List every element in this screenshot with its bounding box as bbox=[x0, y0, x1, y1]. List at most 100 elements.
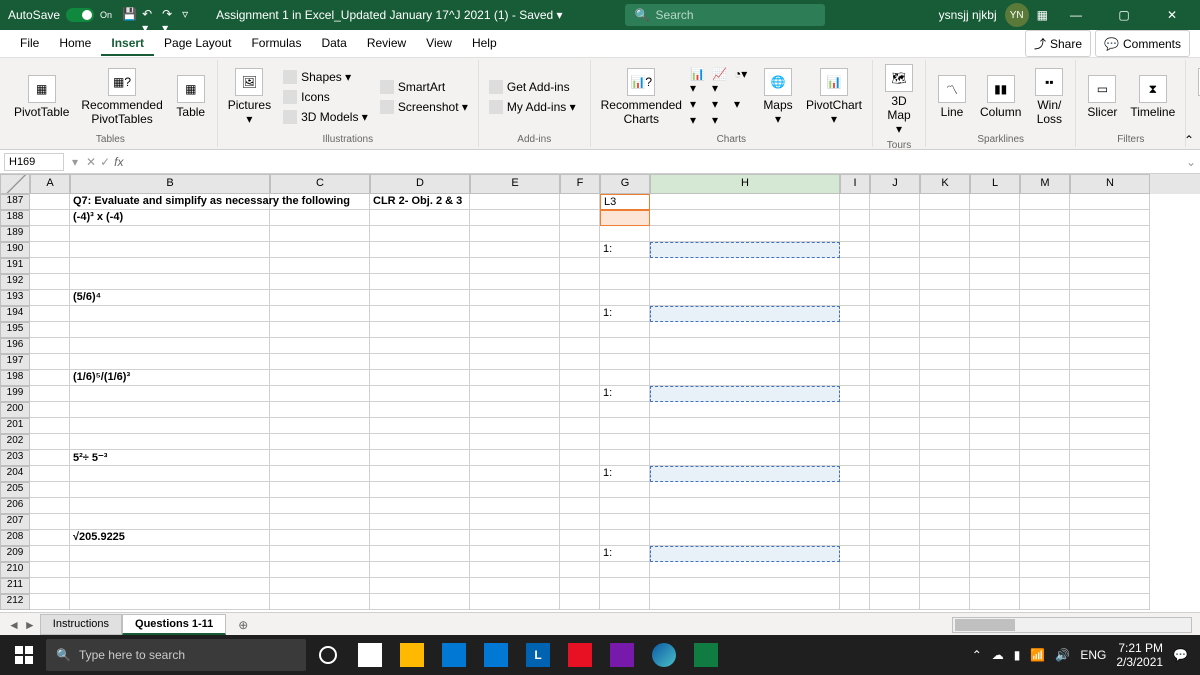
cell-G204[interactable]: 1: bbox=[600, 466, 650, 482]
row-header-203[interactable]: 203 bbox=[0, 450, 30, 466]
cell-H204[interactable] bbox=[650, 466, 840, 482]
menu-view[interactable]: View bbox=[416, 32, 462, 56]
maps-button[interactable]: 🌐Maps▾ bbox=[758, 66, 798, 128]
recommended-charts-button[interactable]: 📊?Recommended Charts bbox=[597, 66, 686, 128]
row-header-202[interactable]: 202 bbox=[0, 434, 30, 450]
sparkline-line-button[interactable]: 〽Line bbox=[932, 73, 972, 121]
table-button[interactable]: ▦Table bbox=[171, 73, 211, 121]
icons-button[interactable]: Icons bbox=[279, 88, 372, 106]
app-icon-1[interactable]: L bbox=[518, 635, 558, 675]
clock[interactable]: 7:21 PM2/3/2021 bbox=[1116, 641, 1163, 670]
document-title[interactable]: Assignment 1 in Excel_Updated January 17… bbox=[216, 8, 563, 22]
cell-H209[interactable] bbox=[650, 546, 840, 562]
enter-formula-icon[interactable]: ✓ bbox=[100, 155, 110, 169]
recommended-pivottables-button[interactable]: ▦?Recommended PivotTables bbox=[77, 66, 166, 128]
slicer-button[interactable]: ▭Slicer bbox=[1082, 73, 1122, 121]
shapes-button[interactable]: Shapes ▾ bbox=[279, 68, 372, 86]
scatter-chart-icon[interactable]: ▾ bbox=[690, 113, 710, 127]
close-button[interactable]: ✕ bbox=[1152, 0, 1192, 30]
sparkline-column-button[interactable]: ▮▮Column bbox=[976, 73, 1025, 121]
cell-G187[interactable]: L3 bbox=[600, 194, 650, 210]
column-header-M[interactable]: M bbox=[1020, 174, 1070, 194]
row-header-193[interactable]: 193 bbox=[0, 290, 30, 306]
column-header-I[interactable]: I bbox=[840, 174, 870, 194]
battery-icon[interactable]: ▮ bbox=[1014, 648, 1021, 662]
column-header-G[interactable]: G bbox=[600, 174, 650, 194]
share-button[interactable]: ⤴Share bbox=[1025, 30, 1091, 57]
formula-input[interactable] bbox=[132, 153, 1178, 171]
menu-home[interactable]: Home bbox=[49, 32, 101, 56]
column-header-L[interactable]: L bbox=[970, 174, 1020, 194]
cell-H194[interactable] bbox=[650, 306, 840, 322]
undo-icon[interactable]: ↶ ▾ bbox=[142, 7, 158, 23]
horizontal-scrollbar[interactable] bbox=[952, 617, 1192, 633]
row-header-210[interactable]: 210 bbox=[0, 562, 30, 578]
row-header-211[interactable]: 211 bbox=[0, 578, 30, 594]
autosave-toggle[interactable]: AutoSave On bbox=[8, 8, 112, 22]
row-header-199[interactable]: 199 bbox=[0, 386, 30, 402]
ribbon-display-icon[interactable]: ▦ bbox=[1037, 8, 1048, 22]
cell-B187[interactable]: Q7: Evaluate and simplify as necessary t… bbox=[70, 194, 370, 210]
cell-B203[interactable]: 5²÷ 5⁻³ bbox=[70, 450, 270, 466]
menu-review[interactable]: Review bbox=[357, 32, 416, 56]
row-header-190[interactable]: 190 bbox=[0, 242, 30, 258]
maximize-button[interactable]: ▢ bbox=[1104, 0, 1144, 30]
my-addins-button[interactable]: My Add-ins ▾ bbox=[485, 98, 580, 116]
pictures-button[interactable]: 🖼Pictures▾ bbox=[224, 66, 275, 128]
row-header-204[interactable]: 204 bbox=[0, 466, 30, 482]
row-header-187[interactable]: 187 bbox=[0, 194, 30, 210]
onedrive-icon[interactable]: ☁ bbox=[992, 648, 1004, 662]
onenote-icon[interactable] bbox=[602, 635, 642, 675]
explorer-icon[interactable] bbox=[392, 635, 432, 675]
column-header-B[interactable]: B bbox=[70, 174, 270, 194]
get-addins-button[interactable]: Get Add-ins bbox=[485, 78, 580, 96]
save-icon[interactable]: 💾 bbox=[122, 7, 138, 23]
row-header-195[interactable]: 195 bbox=[0, 322, 30, 338]
cell-B208[interactable]: √205.9225 bbox=[70, 530, 270, 546]
menu-page-layout[interactable]: Page Layout bbox=[154, 32, 241, 56]
task-view-icon[interactable] bbox=[350, 635, 390, 675]
column-header-K[interactable]: K bbox=[920, 174, 970, 194]
new-sheet-button[interactable]: ⊕ bbox=[230, 618, 256, 632]
account-name[interactable]: ysnsjj njkbj bbox=[939, 8, 997, 22]
timeline-button[interactable]: ⧗Timeline bbox=[1126, 73, 1179, 121]
row-header-197[interactable]: 197 bbox=[0, 354, 30, 370]
minimize-button[interactable]: — bbox=[1056, 0, 1096, 30]
customize-qat-icon[interactable]: ▿ bbox=[182, 7, 198, 23]
column-header-C[interactable]: C bbox=[270, 174, 370, 194]
row-header-209[interactable]: 209 bbox=[0, 546, 30, 562]
tab-next-icon[interactable]: ► bbox=[24, 618, 36, 632]
row-header-212[interactable]: 212 bbox=[0, 594, 30, 610]
cell-B193[interactable]: (5/6)⁴ bbox=[70, 290, 270, 306]
row-header-192[interactable]: 192 bbox=[0, 274, 30, 290]
fx-icon[interactable]: fx bbox=[114, 155, 123, 169]
sheet-tab-questions-1-11[interactable]: Questions 1-11 bbox=[122, 614, 226, 635]
statistic-chart-icon[interactable]: ▾ bbox=[712, 97, 732, 111]
combo-chart-icon[interactable]: ▾ bbox=[734, 97, 754, 111]
row-header-206[interactable]: 206 bbox=[0, 498, 30, 514]
column-header-A[interactable]: A bbox=[30, 174, 70, 194]
volume-icon[interactable]: 🔊 bbox=[1055, 648, 1070, 662]
redo-icon[interactable]: ↷ ▾ bbox=[162, 7, 178, 23]
cell-G194[interactable]: 1: bbox=[600, 306, 650, 322]
line-chart-icon[interactable]: 📈▾ bbox=[712, 67, 732, 95]
row-header-196[interactable]: 196 bbox=[0, 338, 30, 354]
collapse-ribbon-icon[interactable]: ⌃ bbox=[1184, 133, 1194, 147]
column-header-H[interactable]: H bbox=[650, 174, 840, 194]
pivotchart-button[interactable]: 📊PivotChart▾ bbox=[802, 66, 866, 128]
3d-models-button[interactable]: 3D Models ▾ bbox=[279, 108, 372, 126]
cancel-formula-icon[interactable]: ✕ bbox=[86, 155, 96, 169]
cell-G209[interactable]: 1: bbox=[600, 546, 650, 562]
row-header-189[interactable]: 189 bbox=[0, 226, 30, 242]
mail-icon[interactable] bbox=[476, 635, 516, 675]
menu-insert[interactable]: Insert bbox=[101, 32, 154, 56]
3d-map-button[interactable]: 🗺3D Map ▾ bbox=[879, 62, 919, 138]
cell-H190[interactable] bbox=[650, 242, 840, 258]
column-header-N[interactable]: N bbox=[1070, 174, 1150, 194]
column-header-D[interactable]: D bbox=[370, 174, 470, 194]
cell-G190[interactable]: 1: bbox=[600, 242, 650, 258]
name-box[interactable] bbox=[4, 153, 64, 171]
comments-button[interactable]: 💬Comments bbox=[1095, 30, 1190, 57]
cell-B198[interactable]: (1/6)⁵/(1/6)³ bbox=[70, 370, 270, 386]
search-box[interactable]: 🔍 Search bbox=[625, 4, 825, 26]
